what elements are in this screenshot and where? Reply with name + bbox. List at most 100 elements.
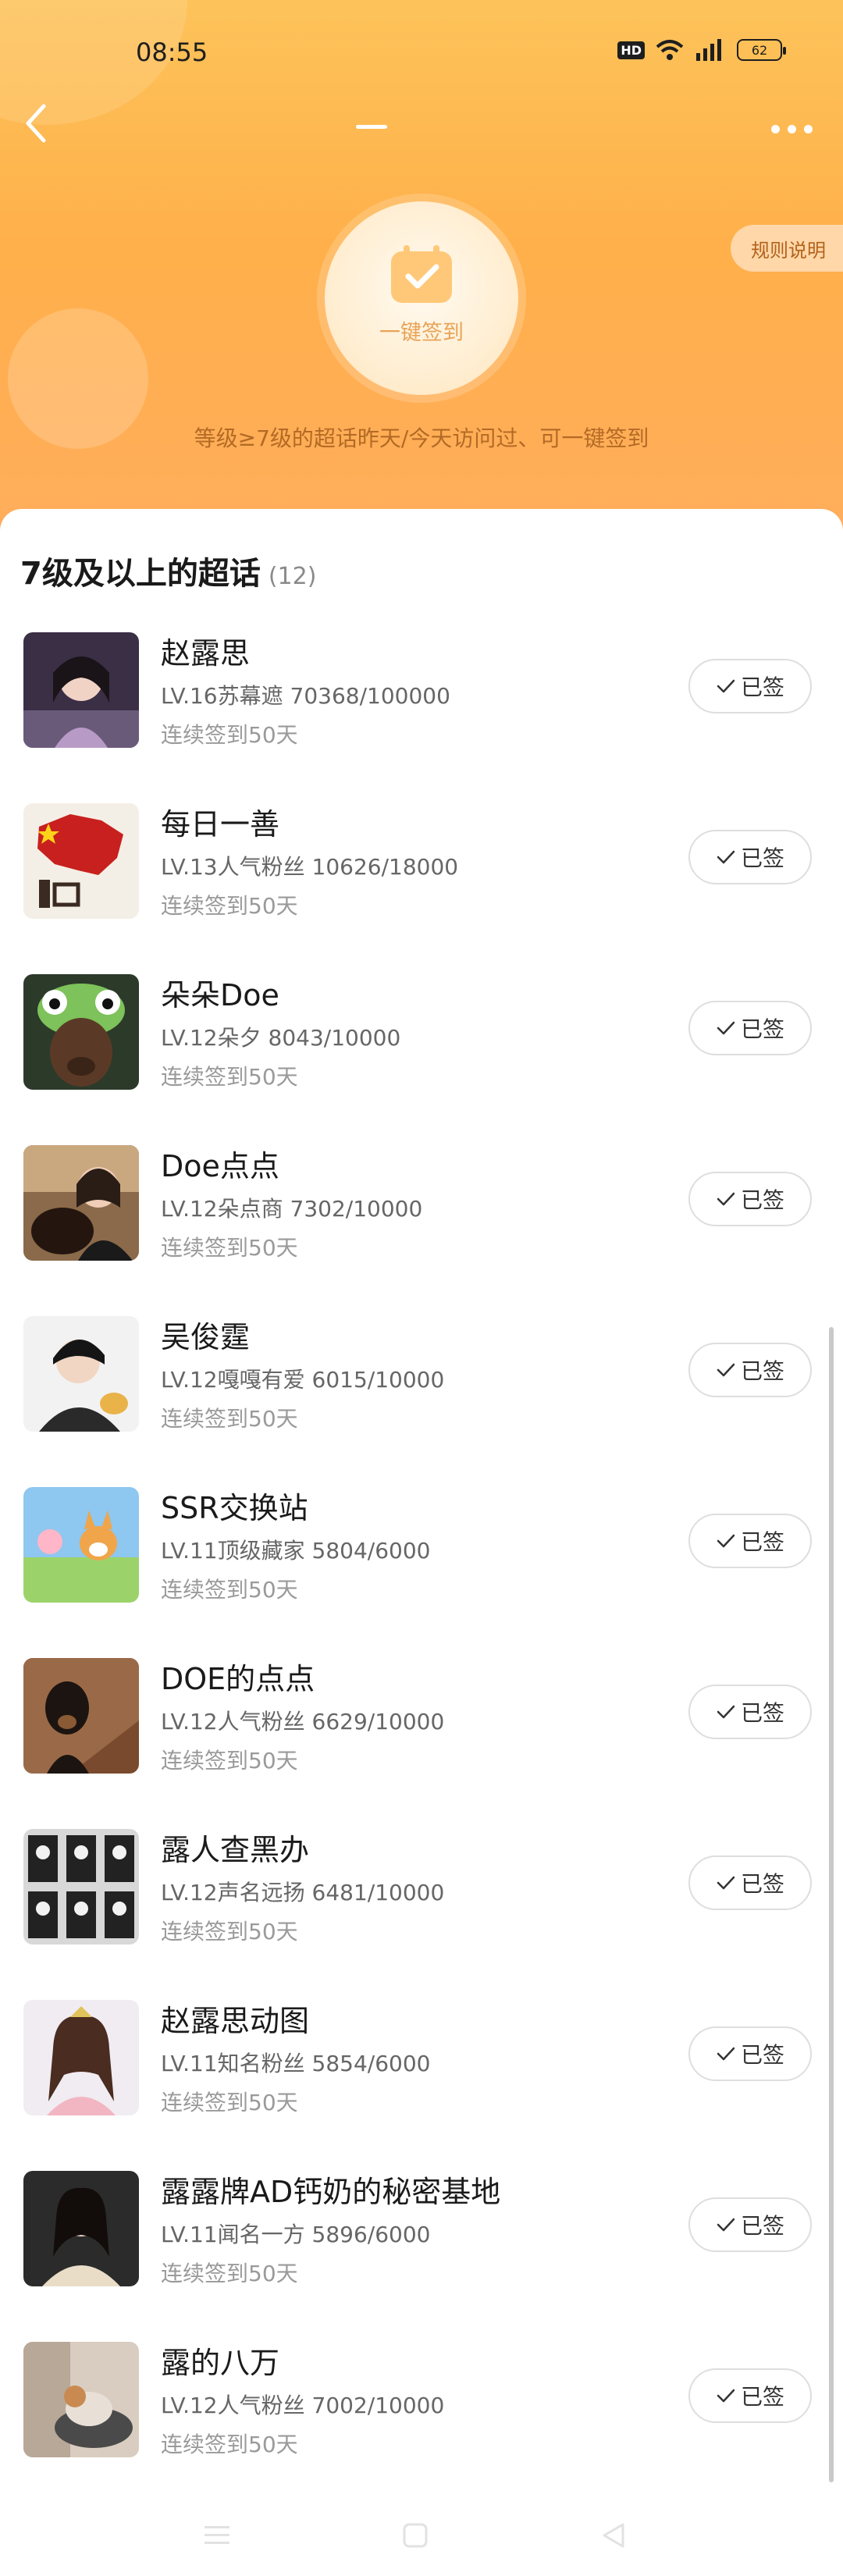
topic-level: LV.13人气粉丝 10626/18000: [161, 854, 459, 880]
system-navigation-bar: [0, 2506, 843, 2576]
signed-label: 已签: [740, 674, 784, 700]
signed-label: 已签: [740, 2042, 784, 2068]
avatar: [23, 803, 139, 919]
check-icon: [717, 679, 735, 693]
topic-level: LV.11知名粉丝 5854/6000: [161, 2051, 431, 2076]
back-triangle-icon[interactable]: [599, 2521, 628, 2549]
battery-level: 62: [751, 42, 768, 58]
signed-label: 已签: [740, 1187, 784, 1213]
dot-icon: [803, 124, 813, 133]
topic-name: DOE的点点: [161, 1662, 315, 1696]
list-item[interactable]: 吴俊霆 LV.12嘎嘎有爱 6015/10000 连续签到50天 已签: [0, 1310, 843, 1481]
status-icons: HD 62: [617, 39, 786, 61]
rules-button[interactable]: 规则说明: [731, 225, 843, 272]
topic-name: SSR交换站: [161, 1491, 308, 1525]
list-item[interactable]: DOE的点点 LV.12人气粉丝 6629/10000 连续签到50天 已签: [0, 1652, 843, 1823]
signed-label: 已签: [740, 845, 784, 871]
dot-icon: [770, 124, 780, 133]
section-count: (12): [268, 563, 317, 590]
topic-name: 每日一善: [161, 807, 280, 841]
avatar: [23, 974, 139, 1090]
topic-name: 露的八万: [161, 2346, 280, 2380]
check-icon: [717, 1363, 735, 1377]
avatar: [23, 2000, 139, 2115]
check-icon: [717, 1705, 735, 1719]
signed-label: 已签: [740, 1700, 784, 1726]
list-item[interactable]: Doe点点 LV.12朵点商 7302/10000 连续签到50天 已签: [0, 1139, 843, 1310]
signed-button[interactable]: 已签: [688, 2197, 812, 2252]
avatar: [23, 1658, 139, 1774]
checkin-streak: 连续签到50天: [161, 1235, 298, 1261]
avatar: [23, 2171, 139, 2286]
status-time: 08:55: [136, 37, 208, 67]
check-icon: [717, 850, 735, 864]
one-click-checkin-button[interactable]: 一键签到: [325, 201, 518, 395]
home-icon[interactable]: [401, 2521, 429, 2549]
chevron-left-icon: [26, 104, 46, 143]
signed-button[interactable]: 已签: [688, 1172, 812, 1226]
signed-button[interactable]: 已签: [688, 1685, 812, 1739]
topic-level: LV.12人气粉丝 7002/10000: [161, 2393, 445, 2418]
check-icon: [717, 2389, 735, 2403]
topic-name: 吴俊霆: [161, 1320, 251, 1354]
topic-name: 朵朵Doe: [161, 978, 279, 1012]
status-bar: 08:55 HD 62: [0, 0, 843, 109]
supertopic-list-panel: 7级及以上的超话 (12) 赵露思 LV.16苏幕遮 70368/100000 …: [0, 509, 843, 2576]
checkin-hint: 等级≥7级的超话昨天/今天访问过、可一键签到: [194, 425, 649, 451]
check-icon: [717, 1192, 735, 1206]
signed-label: 已签: [740, 1529, 784, 1555]
check-icon: [717, 2218, 735, 2232]
signed-button[interactable]: 已签: [688, 2368, 812, 2423]
checkin-streak: 连续签到50天: [161, 1748, 298, 1774]
back-button[interactable]: [20, 100, 67, 155]
list-item[interactable]: 每日一善 LV.13人气粉丝 10626/18000 连续签到50天 已签: [0, 797, 843, 968]
checkin-streak: 连续签到50天: [161, 722, 298, 748]
list-item[interactable]: 露的八万 LV.12人气粉丝 7002/10000 连续签到50天 已签: [0, 2336, 843, 2507]
section-title: 7级及以上的超话: [20, 556, 261, 592]
signed-button[interactable]: 已签: [688, 659, 812, 713]
list-item[interactable]: 露露牌AD钙奶的秘密基地 LV.11闻名一方 5896/6000 连续签到50天…: [0, 2165, 843, 2336]
signed-button[interactable]: 已签: [688, 1856, 812, 1910]
list-item[interactable]: SSR交换站 LV.11顶级藏家 5804/6000 连续签到50天 已签: [0, 1481, 843, 1652]
list-item[interactable]: 赵露思动图 LV.11知名粉丝 5854/6000 连续签到50天 已签: [0, 1994, 843, 2165]
signed-button[interactable]: 已签: [688, 1001, 812, 1055]
scrollbar[interactable]: [829, 1327, 834, 2482]
list-item[interactable]: 赵露思 LV.16苏幕遮 70368/100000 连续签到50天 已签: [0, 626, 843, 797]
menu-icon[interactable]: [201, 2521, 233, 2549]
avatar: [23, 2342, 139, 2457]
topic-level: LV.12朵点商 7302/10000: [161, 1196, 423, 1222]
topic-name: Doe点点: [161, 1149, 279, 1183]
signed-label: 已签: [740, 2213, 784, 2239]
signed-label: 已签: [740, 2384, 784, 2410]
hd-icon: HD: [617, 41, 645, 59]
signed-button[interactable]: 已签: [688, 1343, 812, 1397]
calendar-check-icon: [391, 244, 452, 303]
checkin-streak: 连续签到50天: [161, 1577, 298, 1603]
checkin-label: 一键签到: [379, 320, 464, 345]
avatar: [23, 1316, 139, 1432]
section-header: 7级及以上的超话 (12): [20, 548, 316, 593]
topic-name: 露人查黑办: [161, 1833, 310, 1867]
topic-name: 赵露思: [161, 636, 251, 671]
header-banner: 08:55 HD 62 规则说明 一键签到 等级≥7级的超话昨天/今天访问过、可…: [0, 0, 843, 546]
wifi-icon: [656, 39, 684, 61]
check-icon: [717, 2047, 735, 2061]
signed-label: 已签: [740, 1871, 784, 1897]
dot-icon: [787, 124, 796, 133]
signed-button[interactable]: 已签: [688, 830, 812, 884]
page-title-bar: [356, 125, 387, 129]
checkin-streak: 连续签到50天: [161, 2261, 298, 2286]
list-item[interactable]: 露人查黑办 LV.12声名远扬 6481/10000 连续签到50天 已签: [0, 1823, 843, 1994]
check-icon: [717, 1021, 735, 1035]
checkin-streak: 连续签到50天: [161, 2090, 298, 2115]
signed-button[interactable]: 已签: [688, 1514, 812, 1568]
more-button[interactable]: [760, 109, 823, 148]
signed-button[interactable]: 已签: [688, 2026, 812, 2081]
topic-name: 露露牌AD钙奶的秘密基地: [161, 2175, 501, 2209]
signal-icon: [695, 39, 726, 61]
battery-icon: 62: [737, 39, 786, 61]
checkin-streak: 连续签到50天: [161, 1406, 298, 1432]
topic-level: LV.16苏幕遮 70368/100000: [161, 683, 450, 709]
topic-level: LV.11闻名一方 5896/6000: [161, 2222, 431, 2247]
list-item[interactable]: 朵朵Doe LV.12朵夕 8043/10000 连续签到50天 已签: [0, 968, 843, 1139]
